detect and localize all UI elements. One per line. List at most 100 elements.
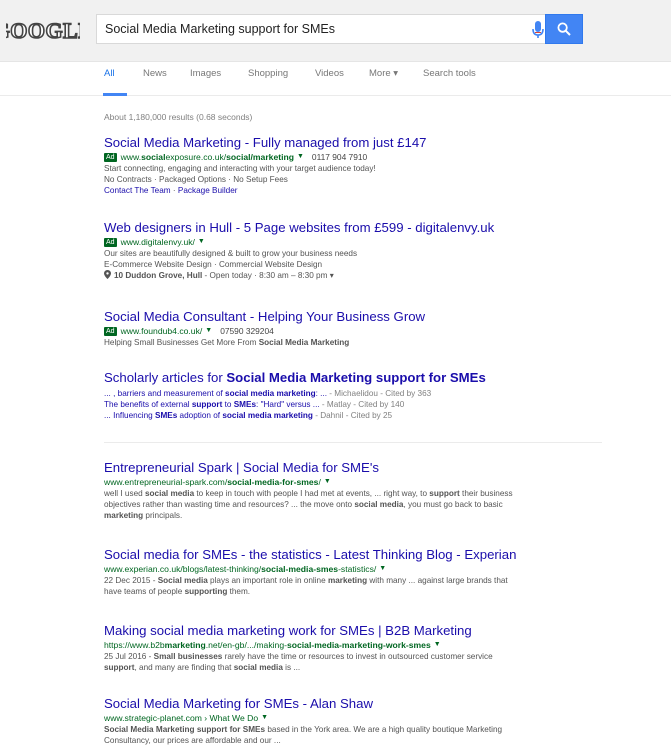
- tab-news[interactable]: News: [143, 68, 167, 79]
- caret-down-icon[interactable]: ▼: [198, 236, 205, 248]
- organic-result: Entrepreneurial Spark | Social Media for…: [104, 460, 584, 522]
- opening-hours[interactable]: - Open today · 8:30 am – 8:30 pm ▾: [202, 271, 334, 280]
- search-button[interactable]: [545, 14, 583, 44]
- sitelink-contact[interactable]: Contact The Team: [104, 186, 171, 195]
- tab-videos[interactable]: Videos: [315, 68, 344, 79]
- cited-by[interactable]: - Cited by 363: [378, 389, 431, 398]
- ad-result: Social Media Consultant - Helping Your B…: [104, 309, 584, 348]
- ad-badge: Ad: [104, 152, 117, 162]
- snippet-bold: Small businesses: [153, 652, 223, 661]
- tab-search-tools[interactable]: Search tools: [423, 68, 476, 79]
- ad-description: Our sites are beautifully designed & bui…: [104, 249, 358, 258]
- tab-shopping[interactable]: Shopping: [248, 68, 288, 79]
- search-box: [96, 14, 583, 44]
- ad-description: Helping Small Businesses Get More From S…: [104, 337, 584, 348]
- phone-number[interactable]: 0117 904 7910: [312, 151, 367, 163]
- url-text: www.strategic-planet.com › What We Do: [104, 713, 259, 723]
- result-url: www.experian.co.uk/blogs/latest-thinking…: [104, 563, 584, 575]
- item-text: : "Hard" versus ...: [256, 400, 322, 409]
- result-title[interactable]: Social Media Consultant - Helping Your B…: [104, 309, 584, 325]
- snippet-text: them.: [227, 587, 251, 597]
- search-icon: [557, 22, 571, 36]
- item-bold: SMEs: [154, 411, 178, 420]
- url-text: www.digitalenvy.uk/: [120, 237, 195, 247]
- result-snippet: Social Media Marketing support for SMEs …: [104, 724, 514, 746]
- url-text: .net/en-gb/.../making-: [205, 640, 287, 650]
- item-author: - Michaelidou: [329, 389, 378, 398]
- organic-result: Social media for SMEs - the statistics -…: [104, 547, 584, 597]
- ad-badge: Ad: [104, 237, 117, 247]
- url-text: https://www.b2b: [104, 640, 165, 650]
- title-text: Scholarly articles for: [104, 370, 227, 385]
- tab-all[interactable]: All: [104, 68, 115, 79]
- top-bar: GOOGLE: [0, 0, 671, 62]
- ad-callouts: No Contracts · Packaged Options · No Set…: [104, 175, 288, 184]
- snippet-text: , and many are finding that: [134, 663, 234, 673]
- caret-down-icon[interactable]: ▼: [261, 712, 268, 724]
- snippet-text: 22 Dec 2015 -: [104, 576, 158, 585]
- url-bold: social-media-smes: [261, 564, 339, 574]
- snippet-text: 25 Jul 2016 -: [104, 652, 154, 661]
- google-logo[interactable]: GOOGLE: [6, 14, 80, 46]
- caret-down-icon[interactable]: ▼: [297, 151, 304, 163]
- tab-images[interactable]: Images: [190, 68, 221, 79]
- snippet-text: , you must go back to basic: [403, 500, 503, 510]
- url-bold: marketing: [164, 640, 206, 650]
- item-text: The benefits of external: [104, 400, 192, 409]
- cited-by[interactable]: - Cited by 140: [351, 400, 404, 409]
- ad-location: 10 Duddon Grove, Hull - Open today · 8:3…: [104, 270, 584, 281]
- ad-callouts: E-Commerce Website Design · Commercial W…: [104, 260, 323, 269]
- snippet-bold: supporting: [184, 587, 228, 597]
- result-stats: About 1,180,000 results (0.68 seconds): [104, 112, 253, 122]
- result-title[interactable]: Web designers in Hull - 5 Page websites …: [104, 220, 584, 236]
- url-bold: social-media-marketing-work-smes: [286, 640, 431, 650]
- item-author: - Matlay: [321, 400, 352, 409]
- scholar-item[interactable]: ... , barriers and measurement of social…: [104, 388, 584, 399]
- caret-down-icon[interactable]: ▼: [379, 563, 386, 575]
- snippet-bold: Social media: [157, 576, 208, 585]
- scholar-item[interactable]: ... Influencing SMEs adoption of social …: [104, 410, 584, 421]
- snippet-text: is ...: [282, 663, 301, 673]
- url-text: www.entrepreneurial-spark.com/: [104, 477, 228, 487]
- phone-number[interactable]: 07590 329204: [220, 325, 274, 337]
- snippet-bold: marketing: [327, 576, 368, 585]
- scholarly-articles: Scholarly articles for Social Media Mark…: [104, 370, 584, 421]
- url-text: /: [318, 477, 321, 487]
- result-url: www.strategic-planet.com › What We Do ▼: [104, 712, 584, 724]
- search-input[interactable]: [105, 15, 525, 43]
- tab-more[interactable]: More ▾: [369, 68, 398, 79]
- item-text: adoption of: [177, 411, 223, 420]
- result-title[interactable]: Social Media Marketing for SMEs - Alan S…: [104, 696, 584, 712]
- search-tabs: All News Images Shopping Videos More ▾ S…: [0, 62, 671, 96]
- snippet-bold: Social Media Marketing support for SMEs: [104, 725, 266, 734]
- sitelink-package-builder[interactable]: Package Builder: [178, 186, 238, 195]
- caret-down-icon[interactable]: ▼: [205, 325, 212, 337]
- active-tab-indicator: [103, 93, 127, 96]
- url-text: www.foundub4.co.uk/: [120, 326, 203, 336]
- item-bold: social media marketing: [222, 411, 313, 420]
- scholarly-title[interactable]: Scholarly articles for Social Media Mark…: [104, 370, 584, 386]
- result-title[interactable]: Entrepreneurial Spark | Social Media for…: [104, 460, 584, 476]
- ad-badge: Ad: [104, 326, 117, 336]
- caret-down-icon[interactable]: ▼: [434, 639, 441, 651]
- result-snippet: 22 Dec 2015 - Social media plays an impo…: [104, 575, 514, 597]
- caret-down-icon[interactable]: ▼: [324, 476, 331, 488]
- ad-result: Social Media Marketing - Fully managed f…: [104, 135, 584, 196]
- scholar-item[interactable]: The benefits of external support to SMEs…: [104, 399, 584, 410]
- result-snippet: well I used social media to keep in touc…: [104, 488, 514, 522]
- result-title[interactable]: Social Media Marketing - Fully managed f…: [104, 135, 584, 151]
- url-text: www.experian.co.uk/blogs/latest-thinking…: [104, 564, 262, 574]
- url-bold: social: [141, 152, 166, 162]
- url-text: www.: [120, 152, 142, 162]
- item-bold: support: [191, 400, 223, 409]
- snippet-text: principals.: [143, 511, 183, 521]
- item-text: ... Influencing: [104, 411, 155, 420]
- result-title[interactable]: Social media for SMEs - the statistics -…: [104, 547, 584, 563]
- result-title[interactable]: Making social media marketing work for S…: [104, 623, 584, 639]
- result-snippet: 25 Jul 2016 - Small businesses rarely ha…: [104, 651, 514, 673]
- address-link[interactable]: 10 Duddon Grove, Hull: [114, 271, 202, 280]
- item-bold: SMEs: [233, 400, 257, 409]
- organic-result: Making social media marketing work for S…: [104, 623, 584, 673]
- sitelinks: Contact The Team · Package Builder: [104, 186, 238, 195]
- cited-by[interactable]: - Cited by 25: [343, 411, 392, 420]
